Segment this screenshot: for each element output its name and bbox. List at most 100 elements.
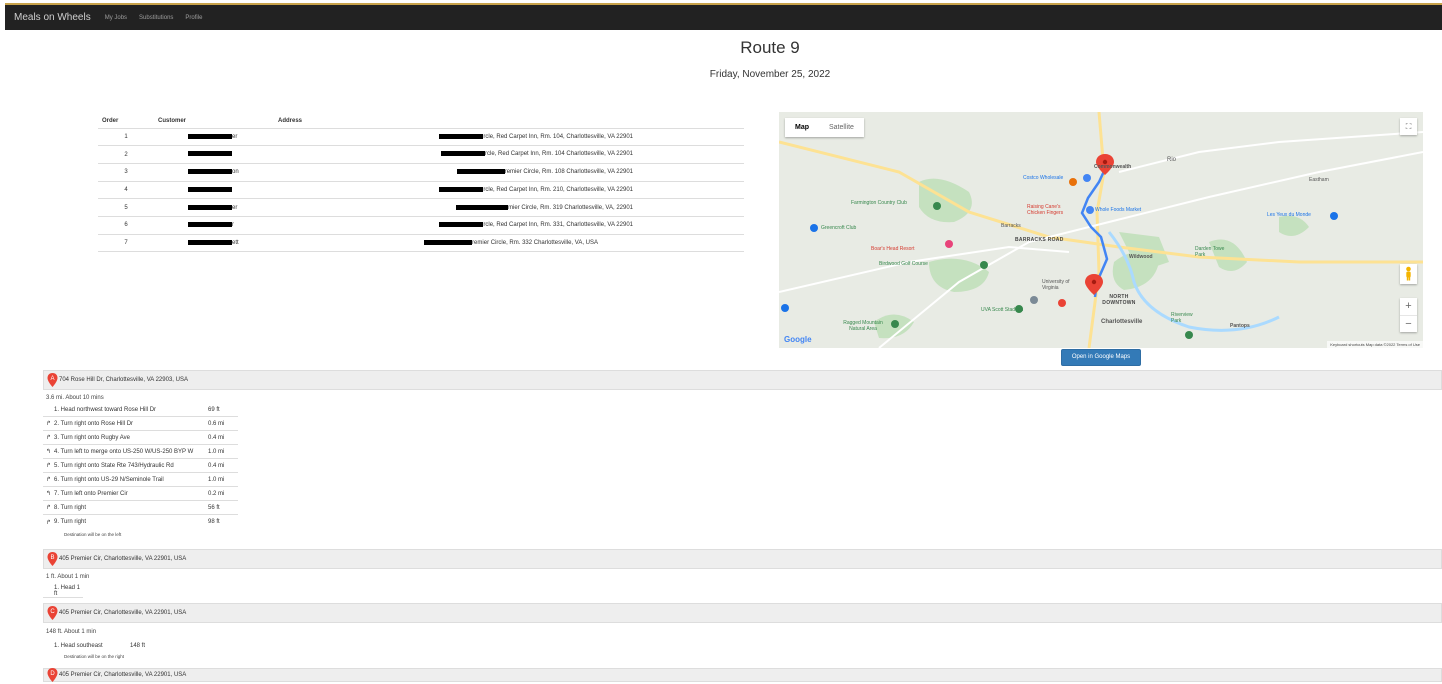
address-cell: remier Circle, Rm. 108 Charlottesville, … [274, 163, 744, 182]
table-row: 1 er rcle, Red Carpet Inn, Rm. 104, Char… [98, 128, 744, 147]
redaction-bar [424, 239, 473, 245]
leg-summary: 3.6 mi. About 10 mins [46, 395, 104, 401]
redaction-bar [439, 222, 484, 228]
table-header-row: Order Customer Address [98, 115, 744, 129]
customer-cell: er [154, 198, 274, 217]
customer-cell [154, 181, 274, 200]
map-label: Charlottesville [1101, 319, 1143, 325]
orders-table: Order Customer Address 1 er rcle, Red Ca… [98, 115, 744, 253]
map-pin-icon: C [47, 606, 58, 620]
destination-note: Destination will be on the right [64, 654, 125, 659]
leg-marker-letter: A [50, 376, 54, 382]
step-instruction: 2. Turn right onto Rose Hill Dr [54, 420, 134, 427]
turn-right-icon: ↱ [45, 463, 52, 469]
address-fragment: rcle, Red Carpet Inn, Rm. 210, Charlotte… [483, 186, 633, 193]
map-type-map-button[interactable]: Map [785, 118, 819, 137]
direction-step: 1. Head northwest toward Rose Hill Dr 69 … [43, 403, 238, 417]
turn-left-icon: ↰ [45, 491, 52, 497]
order-number: 2 [98, 145, 154, 164]
redaction-bar [188, 169, 232, 175]
redaction-bar [439, 133, 484, 139]
map-label: Riverview Park [1171, 312, 1193, 324]
step-distance: 148 ft [130, 643, 146, 649]
brand-link[interactable]: Meals on Wheels [14, 12, 91, 23]
customer-name-fragment: er [232, 133, 238, 140]
customer-name-fragment: r [232, 222, 234, 229]
map-label: Barracks [1001, 223, 1021, 229]
map-label: Raising Cane's Chicken Fingers [1027, 204, 1064, 216]
order-number: 6 [98, 216, 154, 235]
nav-substitutions[interactable]: Substitutions [139, 15, 173, 21]
map-label: Birdwood Golf Course [879, 261, 928, 267]
turn-right-icon: ↱ [45, 505, 52, 511]
leg-address: 704 Rose Hill Dr, Charlottesville, VA 22… [59, 377, 188, 383]
nav-profile[interactable]: Profile [185, 15, 202, 21]
direction-step: ↱ 2. Turn right onto Rose Hill Dr 0.6 mi [43, 417, 238, 431]
map-label: Rio [1167, 157, 1177, 163]
redaction-bar [441, 151, 486, 157]
redaction-bar [456, 204, 509, 210]
step-distance: 0.6 mi [208, 420, 225, 427]
map-label: UVA Scott Stadium [981, 307, 1024, 313]
order-number: 1 [98, 128, 154, 147]
nav-my-jobs[interactable]: My Jobs [105, 15, 127, 21]
zoom-out-icon[interactable]: − [1400, 315, 1417, 332]
table-row: 5 er mier Circle, Rm. 319 Charlottesvill… [98, 198, 744, 217]
address-fragment: remier Circle, Rm. 332 Charlottesville, … [472, 240, 598, 246]
map-type-toggle: Map Satellite [785, 118, 864, 137]
zoom-controls: + − [1400, 298, 1417, 332]
address-fragment: mier Circle, Rm. 319 Charlottesville, VA… [508, 204, 633, 211]
leg-marker-letter: D [50, 671, 55, 677]
street-view-pegman-icon[interactable] [1400, 264, 1417, 284]
table-row: 3 on remier Circle, Rm. 108 Charlottesvi… [98, 163, 744, 182]
map-attribution[interactable]: Keyboard shortcuts Map data ©2022 Terms … [1327, 341, 1423, 348]
step-instruction: 3. Turn right onto Rugby Ave [54, 434, 130, 441]
customer-cell: er [154, 128, 274, 147]
step-instruction: 9. Turn right [54, 519, 87, 525]
step-instruction: 6. Turn right onto US-29 N/Seminole Trai… [54, 476, 164, 483]
map-type-satellite-button[interactable]: Satellite [819, 118, 864, 137]
page-title: Route 9 [740, 38, 800, 57]
step-distance: 0.2 mi [208, 490, 225, 497]
table-row: 6 r rcle, Red Carpet Inn, Rm. 331, Charl… [98, 216, 744, 235]
leg-address: 405 Premier Cir, Charlottesville, VA 229… [59, 610, 187, 616]
map-label: Darden Towe Park [1195, 246, 1225, 258]
leg-summary: 148 ft. About 1 min [46, 629, 97, 635]
redaction-bar [188, 222, 232, 228]
customer-cell: r [154, 216, 274, 235]
step-instruction: 1. Head northwest toward Rose Hill Dr [54, 406, 157, 413]
step-distance: 0.4 mi [208, 434, 225, 441]
map-label: Pantops [1230, 323, 1250, 329]
route-date: Friday, November 25, 2022 [709, 69, 831, 80]
step-instruction: 4. Turn left to merge onto US-250 W/US-2… [54, 448, 194, 455]
map-label: NORTH DOWNTOWN [1102, 294, 1136, 306]
leg-address: 405 Premier Cir, Charlottesville, VA 229… [59, 672, 187, 678]
navbar: Meals on Wheels My Jobs Substitutions Pr… [5, 3, 1442, 30]
direction-step: ↱ 9. Turn right 98 ft [43, 515, 238, 529]
leg-marker-letter: C [50, 609, 55, 615]
redaction-bar [188, 204, 232, 210]
zoom-in-icon[interactable]: + [1400, 298, 1417, 315]
step-distance: 69 ft [208, 406, 220, 413]
customer-name-fragment: er [232, 204, 238, 211]
leg-address: 405 Premier Cir, Charlottesville, VA 229… [59, 556, 187, 562]
fullscreen-icon[interactable]: ⛶ [1400, 118, 1417, 135]
table-row: 4 rcle, Red Carpet Inn, Rm. 210, Charlot… [98, 181, 744, 200]
step-distance: 1.0 mi [208, 476, 225, 483]
route-map[interactable]: Costco Wholesale Commonwealth Rio Eastha… [779, 112, 1423, 348]
table-row: 7 ett remier Circle, Rm. 332 Charlottesv… [98, 234, 744, 253]
direction-step: ↰ 4. Turn left to merge onto US-250 W/US-… [43, 445, 238, 459]
map-label: Costco Wholesale [1023, 175, 1064, 181]
map-label: Les Yeux du Monde [1267, 212, 1311, 218]
address-cell: mier Circle, Rm. 319 Charlottesville, VA… [274, 198, 744, 217]
step-distance: 98 ft [208, 519, 220, 525]
column-header-address: Address [274, 115, 744, 129]
turn-right-icon: ↱ [45, 477, 52, 483]
open-in-google-maps-button[interactable]: Open in Google Maps [1061, 349, 1141, 366]
address-cell: remier Circle, Rm. 332 Charlottesville, … [274, 234, 744, 253]
map-pin-icon: B [47, 552, 58, 566]
table-row: 2 rcle, Red Carpet Inn, Rm. 104 Charlott… [98, 145, 744, 164]
address-fragment: remier Circle, Rm. 108 Charlottesville, … [504, 169, 633, 176]
leg-header: A 704 Rose Hill Dr, Charlottesville, VA … [43, 370, 1442, 390]
map-label: Commonwealth [1094, 164, 1132, 170]
